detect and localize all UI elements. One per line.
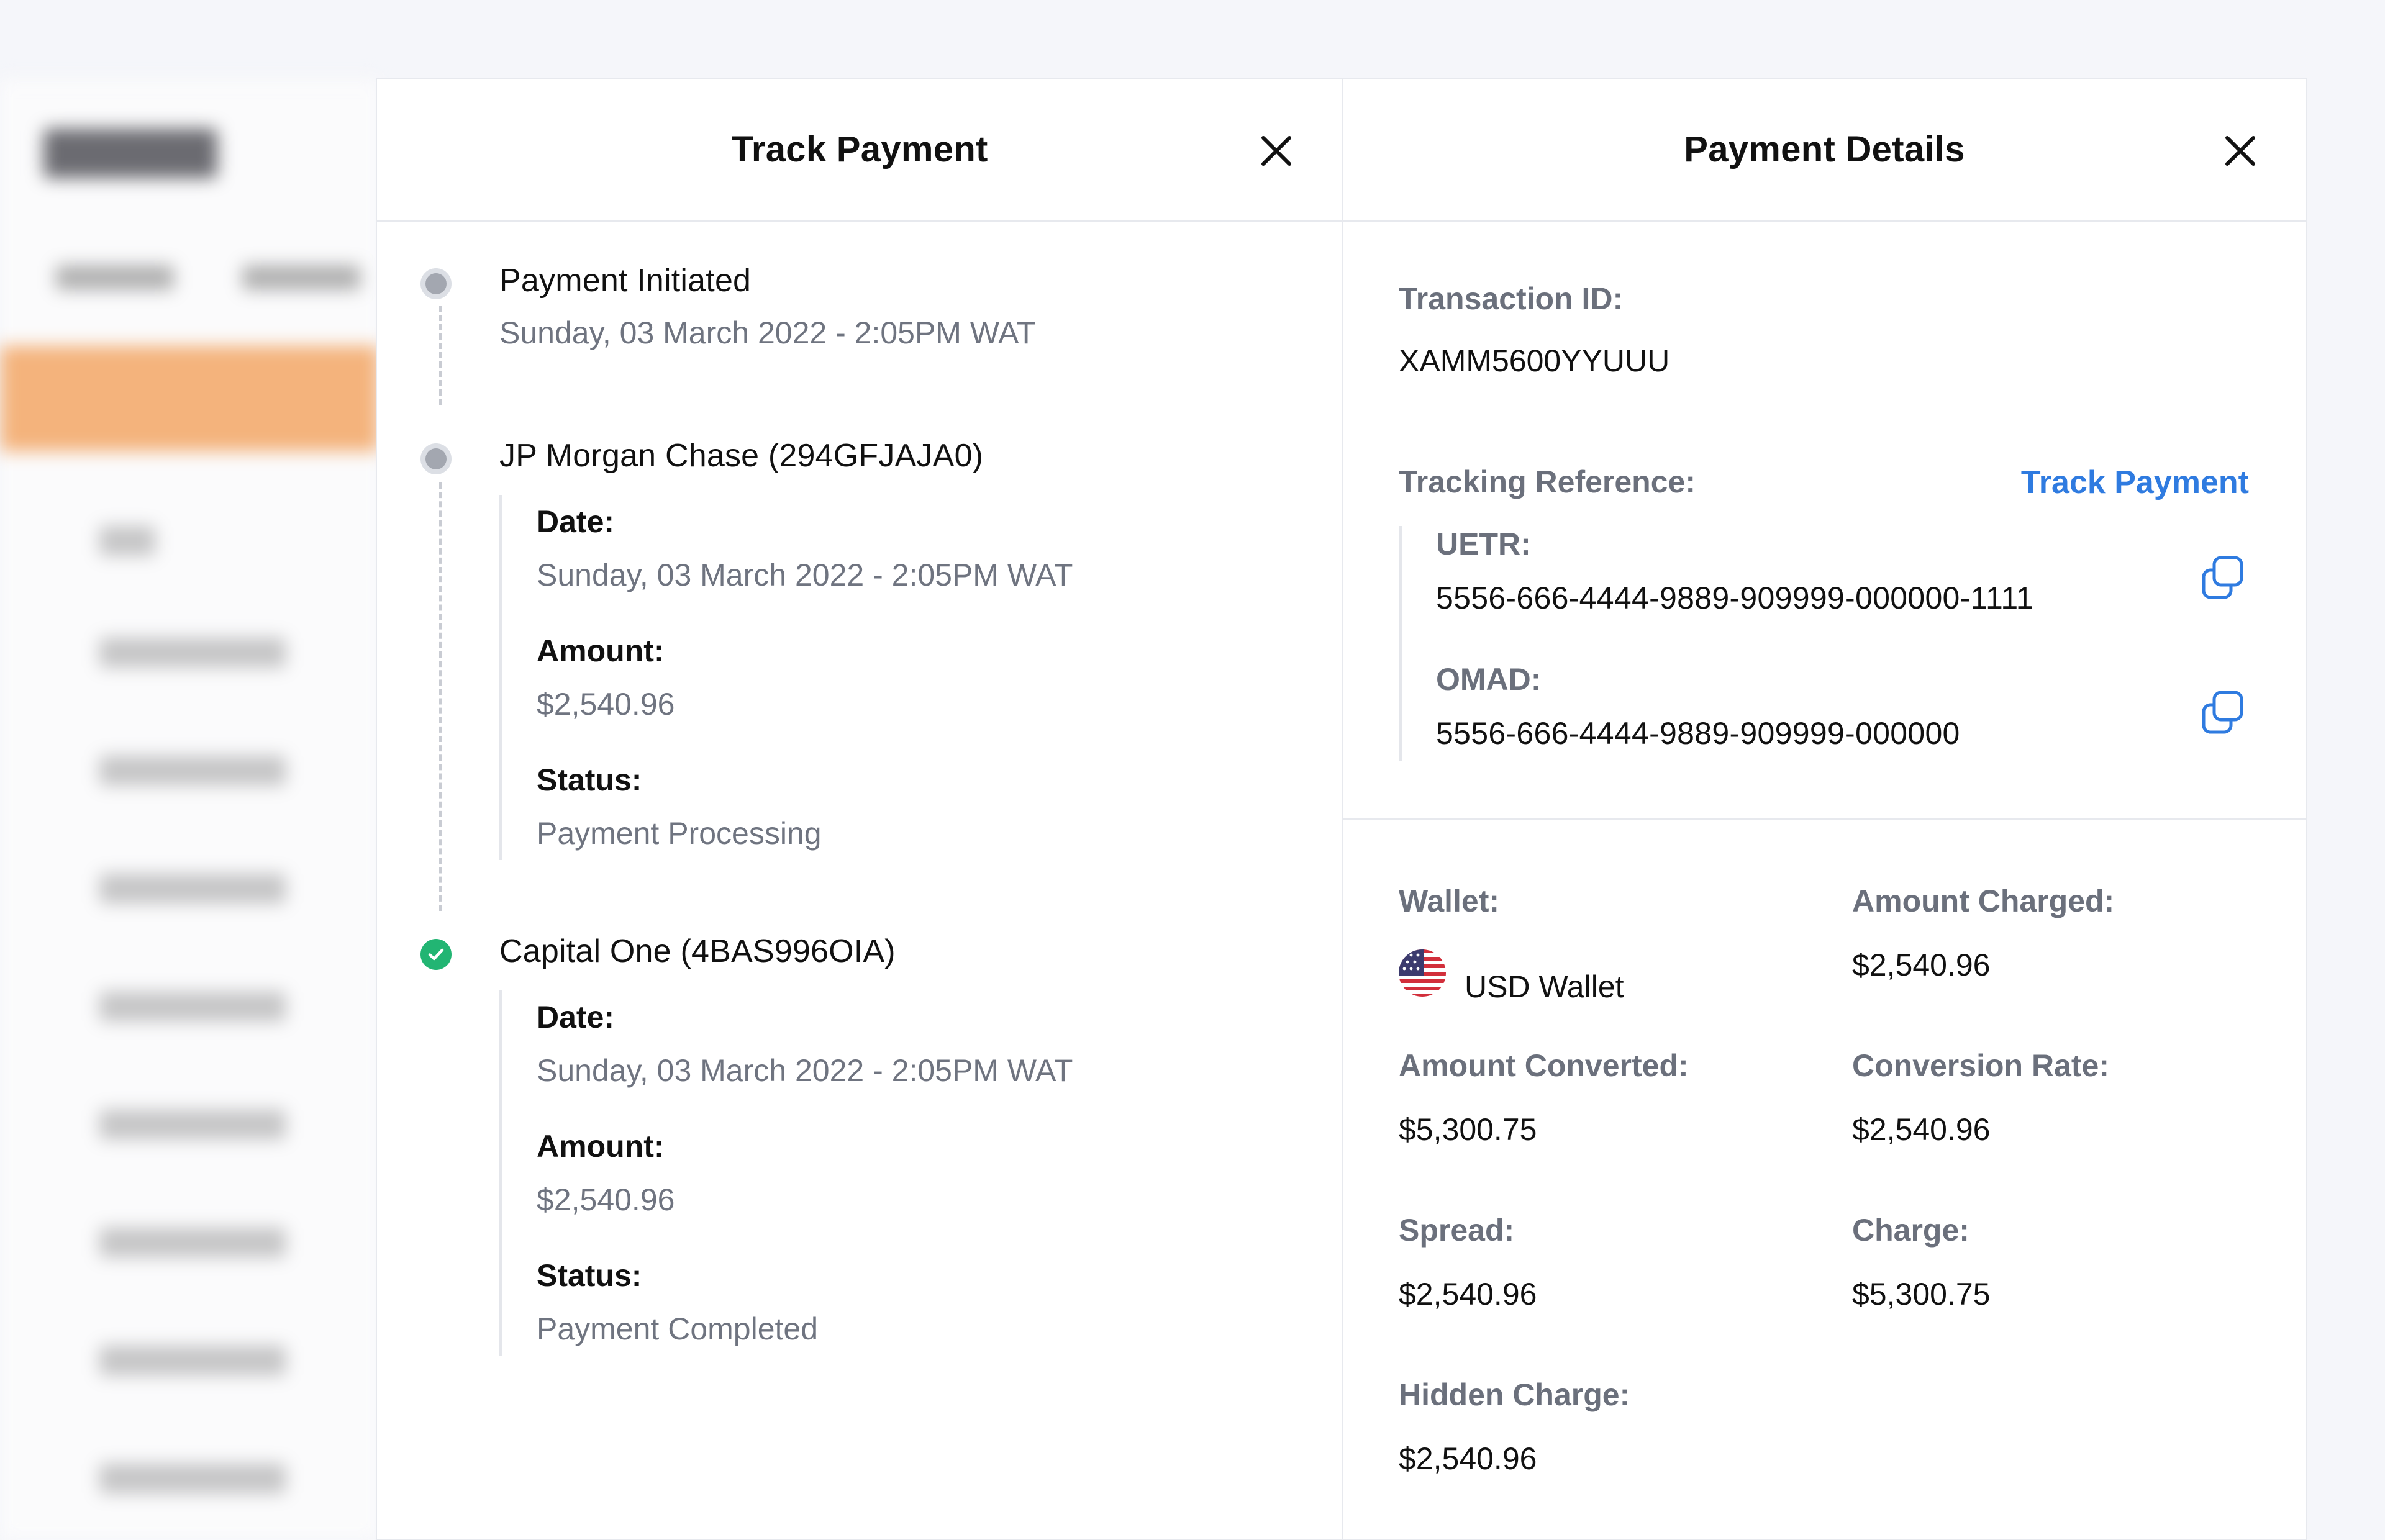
background-item — [99, 526, 155, 556]
amount-charged-field: Amount Charged: $2,540.96 — [1852, 883, 2114, 983]
background-item — [99, 1464, 286, 1493]
transaction-id-value: XAMM5600YYUUU — [1399, 343, 1670, 378]
charge-field: Charge: $5,300.75 — [1852, 1212, 1990, 1312]
close-icon[interactable] — [1257, 132, 1296, 170]
us-flag-icon — [1399, 949, 1446, 997]
background-item — [99, 992, 286, 1021]
hidden-charge-label: Hidden Charge: — [1399, 1377, 1630, 1412]
background-item — [99, 1228, 286, 1257]
status-label: Status: — [537, 763, 642, 797]
status-value: Payment Processing — [537, 816, 822, 851]
background-item — [99, 1110, 286, 1139]
background-item — [99, 756, 286, 786]
uetr-value: 5556-666-4444-9889-909999-000000-1111 — [1436, 581, 2033, 615]
amount-converted-label: Amount Converted: — [1399, 1048, 1689, 1083]
background-item — [99, 1346, 286, 1375]
hidden-charge-value: $2,540.96 — [1399, 1441, 1537, 1476]
charge-value: $5,300.75 — [1852, 1277, 1991, 1311]
background-tab — [56, 265, 174, 290]
conversion-rate-field: Conversion Rate: $2,540.96 — [1852, 1048, 2109, 1148]
step-title: JP Morgan Chase (294GFJAJA0) — [499, 438, 984, 474]
amount-charged-label: Amount Charged: — [1852, 884, 2115, 918]
amount-charged-value: $2,540.96 — [1852, 948, 1991, 982]
background-sidebar — [0, 78, 379, 1540]
panel-title: Track Payment — [731, 129, 988, 170]
background-logo — [43, 129, 217, 178]
step-pending-icon — [420, 268, 452, 299]
date-value: Sunday, 03 March 2022 - 2:05PM WAT — [537, 558, 1073, 592]
spread-value: $2,540.96 — [1399, 1277, 1537, 1311]
step-details: Date: Sunday, 03 March 2022 - 2:05PM WAT… — [499, 495, 1073, 860]
omad-label: OMAD: — [1436, 662, 1542, 697]
step-pending-icon — [420, 443, 452, 474]
date-label: Date: — [537, 504, 615, 539]
wallet-row: USD Wallet — [1399, 941, 1624, 1005]
step-details: Date: Sunday, 03 March 2022 - 2:05PM WAT… — [499, 990, 1073, 1356]
amount-converted-value: $5,300.75 — [1399, 1112, 1537, 1147]
amount-converted-field: Amount Converted: $5,300.75 — [1399, 1048, 1689, 1148]
background-active-item — [0, 346, 379, 451]
conversion-rate-label: Conversion Rate: — [1852, 1048, 2109, 1083]
amount-value: $2,540.96 — [537, 1182, 675, 1217]
date-value: Sunday, 03 March 2022 - 2:05PM WAT — [537, 1053, 1073, 1088]
status-label: Status: — [537, 1258, 642, 1293]
amount-label: Amount: — [537, 1129, 665, 1164]
check-circle-icon — [420, 939, 452, 970]
wallet-label: Wallet: — [1399, 884, 1500, 918]
close-icon[interactable] — [2221, 132, 2260, 170]
uetr-label: UETR: — [1436, 527, 1531, 561]
step-title: Capital One (4BAS996OIA) — [499, 933, 896, 969]
step-date: Sunday, 03 March 2022 - 2:05PM WAT — [499, 315, 1036, 350]
track-payment-header: Track Payment — [377, 79, 1342, 222]
panel-title: Payment Details — [1684, 129, 1965, 170]
timeline-connector — [439, 482, 442, 911]
background-tab — [242, 265, 360, 290]
spread-field: Spread: $2,540.96 — [1399, 1212, 1537, 1312]
amount-label: Amount: — [537, 633, 665, 668]
track-payment-link[interactable]: Track Payment — [2021, 464, 2249, 501]
background-item — [99, 874, 286, 904]
track-payment-panel: Track Payment Payment Initiated Sunday, … — [376, 78, 1343, 1540]
spread-label: Spread: — [1399, 1213, 1515, 1248]
status-value: Payment Completed — [537, 1311, 819, 1346]
hidden-charge-field: Hidden Charge: $2,540.96 — [1399, 1377, 1630, 1477]
timeline-connector — [439, 306, 442, 405]
payment-details-header: Payment Details — [1343, 79, 2306, 222]
payment-details-panel: Payment Details Transaction ID: XAMM5600… — [1342, 78, 2307, 1540]
section-divider — [1343, 818, 2306, 820]
date-label: Date: — [537, 1000, 615, 1035]
amount-value: $2,540.96 — [537, 687, 675, 722]
step-title: Payment Initiated — [499, 263, 752, 299]
copy-icon[interactable] — [2199, 689, 2246, 736]
wallet-value: USD Wallet — [1465, 969, 1624, 1004]
omad-value: 5556-666-4444-9889-909999-000000 — [1436, 716, 1960, 751]
tracking-reference-block: UETR: 5556-666-4444-9889-909999-000000-1… — [1399, 526, 2265, 761]
tracking-reference-label: Tracking Reference: — [1399, 464, 1696, 499]
background-item — [99, 638, 286, 668]
wallet-field: Wallet: USD Wallet — [1399, 883, 1624, 1005]
conversion-rate-value: $2,540.96 — [1852, 1112, 1991, 1147]
transaction-id-label: Transaction ID: — [1399, 281, 1624, 316]
copy-icon[interactable] — [2199, 554, 2246, 601]
charge-label: Charge: — [1852, 1213, 1969, 1248]
